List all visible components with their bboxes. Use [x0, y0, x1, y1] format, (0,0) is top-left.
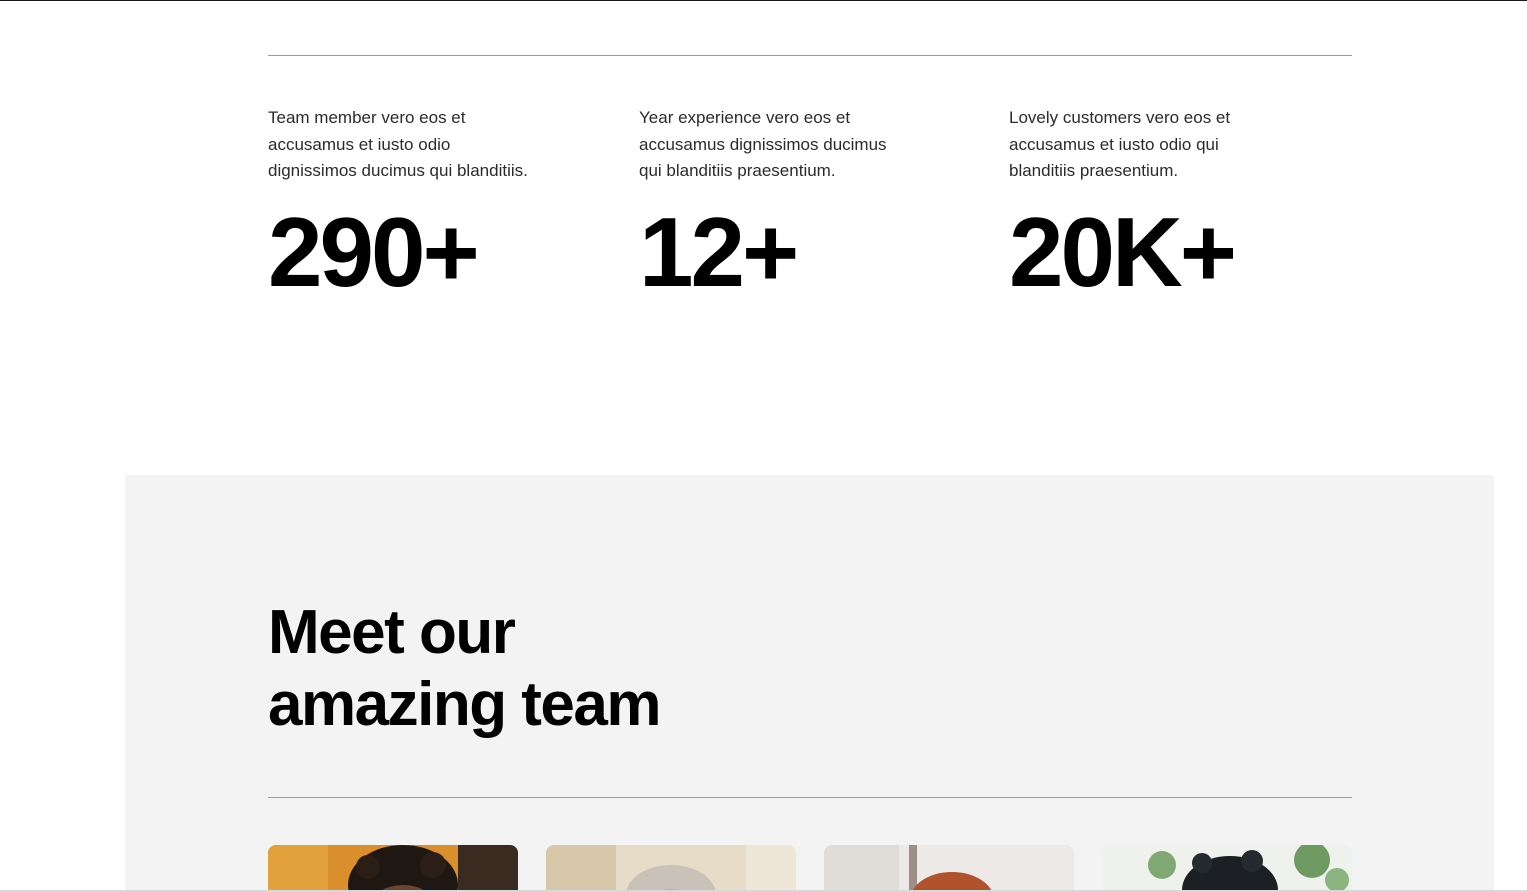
stat-team-members: Team member vero eos et accusamus et ius… [268, 105, 568, 301]
stat-description: Year experience vero eos et accusamus di… [639, 108, 887, 180]
stat-value: 12+ [639, 196, 799, 307]
stat-description: Team member vero eos et accusamus et ius… [268, 108, 528, 180]
team-member-card[interactable] [268, 845, 518, 892]
stats-divider [268, 55, 1352, 56]
stat-description: Lovely customers vero eos et accusamus e… [1009, 108, 1231, 180]
team-member-card[interactable] [546, 845, 796, 892]
team-section-title: Meet our amazing team [268, 597, 662, 741]
team-divider [268, 797, 1352, 798]
top-edge-divider [0, 0, 1527, 1]
team-title-line: Meet our [268, 598, 516, 667]
team-member-photo [546, 845, 796, 892]
team-member-photo [824, 845, 1074, 892]
team-member-photo [268, 845, 518, 892]
stat-value: 290+ [268, 196, 480, 307]
stat-value: 20K+ [1009, 196, 1237, 307]
page: Team member vero eos et accusamus et ius… [0, 0, 1527, 892]
team-member-card[interactable] [824, 845, 1074, 892]
stat-years-experience: Year experience vero eos et accusamus di… [639, 105, 939, 301]
team-member-card[interactable] [1102, 845, 1352, 892]
team-title-line: amazing team [268, 670, 662, 739]
team-member-photo [1102, 845, 1352, 892]
stat-lovely-customers: Lovely customers vero eos et accusamus e… [1009, 105, 1309, 301]
